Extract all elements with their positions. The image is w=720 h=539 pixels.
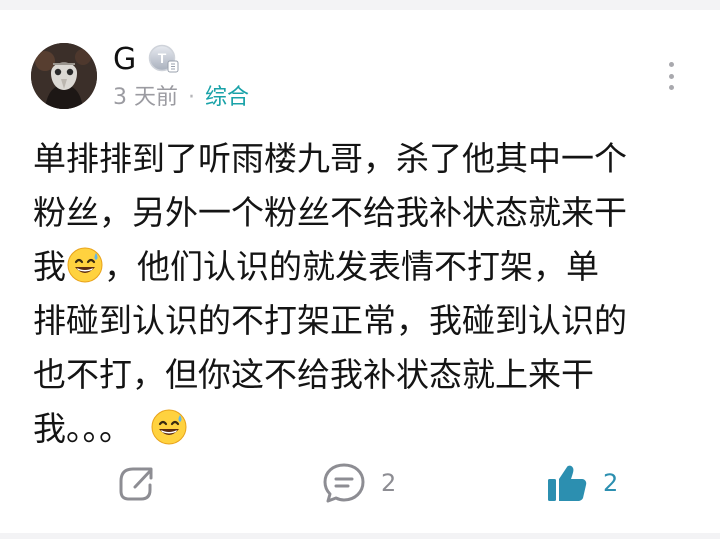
content-line: 排碰到认识的不打架正常，我碰到认识的 xyxy=(33,301,627,340)
action-bar: 2 2 xyxy=(0,455,720,511)
content-line: 也不打，但你这不给我补状态就上来干 xyxy=(33,355,594,394)
content-text: 我 xyxy=(33,247,66,286)
svg-text:T: T xyxy=(158,50,167,66)
content-text: 我。。。 xyxy=(33,409,132,448)
top-divider xyxy=(0,0,720,10)
comment-button[interactable]: 2 xyxy=(321,455,396,511)
username[interactable]: G xyxy=(113,40,136,80)
content-line: 我 ，他们认识的就发表情不打架，单 xyxy=(33,240,689,294)
like-count: 2 xyxy=(603,469,619,497)
post-meta: 3 天前 · 综合 xyxy=(113,83,249,113)
content-text: ，他们认识的就发表情不打架，单 xyxy=(104,247,599,286)
avatar[interactable] xyxy=(31,43,97,109)
content-line: 单排排到了听雨楼九哥，杀了他其中一个 xyxy=(33,139,627,178)
share-button[interactable] xyxy=(113,455,157,511)
more-vertical-icon[interactable] xyxy=(664,62,678,90)
user-level-badge-icon: T xyxy=(148,44,180,74)
content-line: 我。。。 xyxy=(33,402,689,456)
bottom-divider xyxy=(0,533,720,539)
grinning-sweat-emoji xyxy=(67,245,103,283)
content-line: 粉丝，另外一个粉丝不给我补状态就来干 xyxy=(33,193,627,232)
comment-icon xyxy=(321,460,367,506)
share-icon xyxy=(113,461,157,505)
meta-separator: · xyxy=(188,85,195,110)
like-button[interactable]: 2 xyxy=(545,455,618,511)
grinning-sweat-emoji xyxy=(151,407,187,445)
post-category[interactable]: 综合 xyxy=(205,85,249,110)
comment-count: 2 xyxy=(381,469,397,497)
post-time: 3 天前 xyxy=(113,85,178,110)
thumbs-up-icon xyxy=(545,461,589,505)
post-content: 单排排到了听雨楼九哥，杀了他其中一个 粉丝，另外一个粉丝不给我补状态就来干 我 ，… xyxy=(33,132,689,456)
